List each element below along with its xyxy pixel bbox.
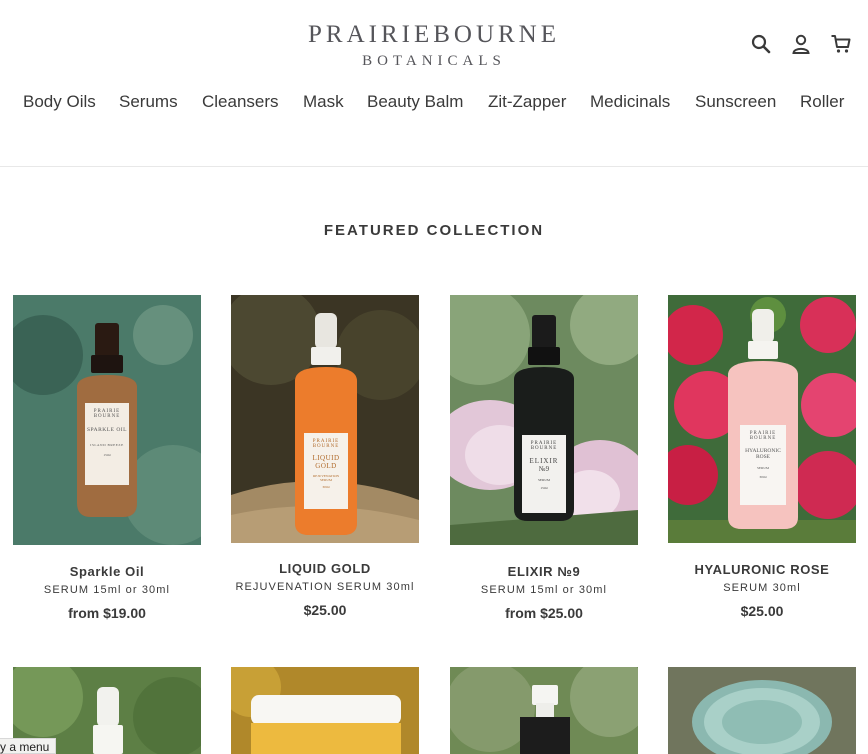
featured-collection-title: FEATURED COLLECTION [323,222,545,239]
product-title[interactable]: Sparkle Oil [3,564,211,579]
accessibility-menu-tab[interactable]: y a menu [0,738,57,754]
label-line: 30ml [759,475,767,479]
product-title[interactable]: HYALURONIC ROSE [658,562,866,577]
product-title[interactable]: LIQUID GOLD [221,561,429,576]
nav-roller[interactable]: Roller [800,92,844,112]
product-price: $25.00 [740,603,784,619]
label-line: ROSE [755,454,771,460]
product-subtitle: REJUVENATION SERUM 30ml [235,581,415,593]
product-image[interactable] [231,667,419,754]
main-nav: Body Oils Serums Cleansers Mask Beauty B… [0,92,868,116]
label-line: ELIXIR [529,457,559,465]
nav-body-oils[interactable]: Body Oils [23,92,96,112]
label-line: SERUM [756,466,770,470]
header-icons [738,33,851,57]
cart-icon[interactable] [830,33,852,55]
label-line: GOLD [315,462,337,470]
nav-cleansers[interactable]: Cleansers [202,92,279,112]
label-line: 30ml [322,485,330,489]
product-subtitle: SERUM 30ml [723,582,801,594]
product-price: from $19.00 [68,605,146,621]
product-image[interactable]: PRAIRIE BOURNE SPARKLE OIL ISLAND BREEZE… [13,295,201,545]
product-price: from $25.00 [505,605,583,621]
label-line: BOURNE [749,436,777,441]
product-image[interactable] [668,667,856,754]
person-icon[interactable] [790,33,812,55]
label-line: ISLAND BREEZE [90,443,124,447]
label-line: 15ml [103,453,111,457]
label-line: SPARKLE OIL [87,427,127,433]
nav-beauty-balm[interactable]: Beauty Balm [367,92,463,112]
product-image[interactable]: PRAIRIE BOURNE LIQUID GOLD REJUVENATION … [231,295,419,543]
product-image[interactable]: PRAIRIE BOURNE HYALURONIC ROSE SERUM 30m… [668,295,856,543]
product-title[interactable]: ELIXIR №9 [440,564,648,579]
product-subtitle: SERUM 15ml or 30ml [480,584,608,596]
nav-mask[interactable]: Mask [303,92,344,112]
site-header: PRAIRIEBOURNE BOTANICALS Body Oils Serum… [0,0,868,167]
label-line: №9 [538,465,550,473]
product-image[interactable] [450,667,638,754]
search-icon[interactable] [750,33,772,55]
nav-serums[interactable]: Serums [119,92,178,112]
product-image[interactable]: PRAIRIE BOURNE ELIXIR №9 SERUM 15ml [450,295,638,545]
product-price: $25.00 [303,602,347,618]
label-line: BOURNE [93,414,121,419]
product-subtitle: SERUM 15ml or 30ml [43,584,171,596]
label-line: SERUM [319,478,333,482]
nav-sunscreen[interactable]: Sunscreen [695,92,776,112]
nav-zit-zapper[interactable]: Zit-Zapper [488,92,566,112]
label-line: LIQUID [312,454,340,462]
label-line: BOURNE [312,444,340,449]
label-line: 15ml [540,486,548,490]
label-line: SERUM [537,478,551,482]
nav-medicinals[interactable]: Medicinals [590,92,670,112]
label-line: BOURNE [530,446,558,451]
